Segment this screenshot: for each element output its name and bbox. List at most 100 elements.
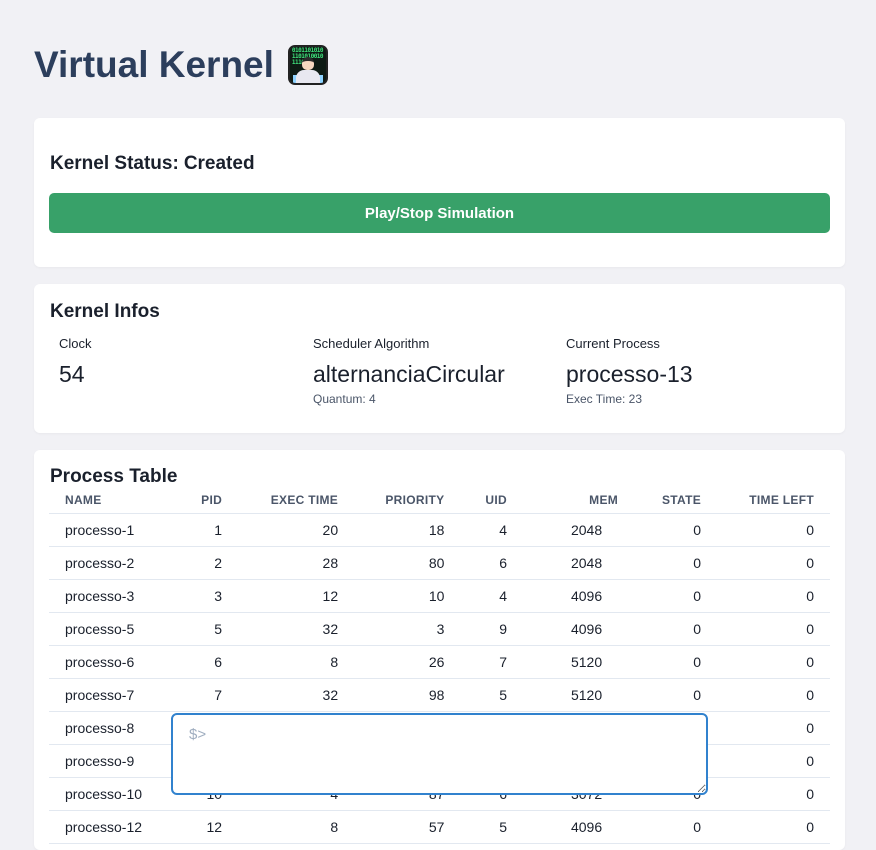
- cell-pid: 12: [176, 810, 239, 844]
- cell-state: 0: [634, 612, 718, 646]
- quantum-help-text: Quantum: 4: [313, 392, 376, 406]
- page-title-text: Virtual Kernel: [34, 44, 274, 85]
- clock-stat: Clock 54: [59, 336, 92, 387]
- scheduler-stat: Scheduler Algorithm alternanciaCircular …: [313, 336, 505, 406]
- terminal-input[interactable]: [171, 713, 708, 795]
- cell-time-left: 0: [717, 744, 830, 778]
- scheduler-value: alternanciaCircular: [313, 361, 505, 387]
- kernel-status-value: Created: [183, 153, 255, 174]
- cell-priority: 10: [354, 579, 461, 613]
- cell-time-left: 0: [717, 711, 830, 745]
- cell-exec-time: 8: [238, 810, 355, 844]
- table-row: processo-5 5 32 3 9 4096 0 0: [49, 612, 830, 646]
- column-header-name: NAME: [49, 488, 177, 514]
- cell-name: processo-7: [49, 678, 177, 712]
- cell-mem: 4096: [522, 810, 635, 844]
- cell-pid: 7: [176, 678, 239, 712]
- cell-time-left: 0: [717, 612, 830, 646]
- column-header-exec-time: EXEC TIME: [238, 488, 355, 514]
- cell-name: processo-5: [49, 612, 177, 646]
- cell-time-left: 0: [717, 513, 830, 547]
- table-row: processo-3 3 12 10 4 4096 0 0: [49, 579, 830, 613]
- cell-time-left: 0: [717, 777, 830, 811]
- cell-state: 0: [634, 513, 718, 547]
- column-header-pid: PID: [176, 488, 239, 514]
- cell-time-left: 0: [717, 810, 830, 844]
- cell-name: processo-6: [49, 645, 177, 679]
- cell-mem: 4096: [522, 579, 635, 613]
- current-process-label: Current Process: [566, 336, 660, 351]
- cell-uid: 7: [460, 645, 523, 679]
- clock-label: Clock: [59, 336, 92, 351]
- table-row: processo-2 2 28 80 6 2048 0 0: [49, 546, 830, 580]
- cell-priority: 18: [354, 513, 461, 547]
- cell-name: processo-12: [49, 810, 177, 844]
- cell-priority: 3: [354, 612, 461, 646]
- process-table-heading: Process Table: [50, 466, 178, 487]
- table-row: processo-1 1 20 18 4 2048 0 0: [49, 513, 830, 547]
- kernel-status-card: Kernel Status: Created Play/Stop Simulat…: [34, 118, 845, 267]
- cell-name: processo-10: [49, 777, 177, 811]
- cell-name: processo-1: [49, 513, 177, 547]
- cell-exec-time: 32: [238, 678, 355, 712]
- cell-time-left: 0: [717, 645, 830, 679]
- cell-exec-time: 8: [238, 645, 355, 679]
- cell-time-left: 0: [717, 546, 830, 580]
- cell-state: 0: [634, 546, 718, 580]
- page-title: Virtual Kernel 0101101010110101001011101: [34, 40, 328, 90]
- cell-priority: 98: [354, 678, 461, 712]
- cell-pid: 6: [176, 645, 239, 679]
- current-process-value: processo-13: [566, 361, 693, 387]
- play-stop-simulation-button[interactable]: Play/Stop Simulation: [49, 193, 830, 233]
- cell-mem: 4096: [522, 612, 635, 646]
- cell-time-left: 0: [717, 678, 830, 712]
- cell-uid: 6: [460, 546, 523, 580]
- cell-pid: 5: [176, 612, 239, 646]
- cell-uid: 5: [460, 678, 523, 712]
- cell-name: processo-3: [49, 579, 177, 613]
- cell-time-left: 0: [717, 579, 830, 613]
- cell-priority: 57: [354, 810, 461, 844]
- kernel-infos-card: Kernel Infos Clock 54 Scheduler Algorith…: [34, 284, 845, 433]
- cell-uid: 4: [460, 579, 523, 613]
- column-header-mem: MEM: [522, 488, 635, 514]
- cell-state: 0: [634, 645, 718, 679]
- cell-exec-time: 28: [238, 546, 355, 580]
- cell-pid: 2: [176, 546, 239, 580]
- technologist-emoji-icon: 0101101010110101001011101: [287, 45, 328, 85]
- current-process-stat: Current Process processo-13 Exec Time: 2…: [566, 336, 693, 406]
- cell-mem: 5120: [522, 645, 635, 679]
- cell-uid: 9: [460, 612, 523, 646]
- kernel-infos-heading: Kernel Infos: [50, 301, 160, 322]
- cell-state: 0: [634, 678, 718, 712]
- cell-priority: 26: [354, 645, 461, 679]
- cell-exec-time: 20: [238, 513, 355, 547]
- cell-mem: 5120: [522, 678, 635, 712]
- table-row: processo-12 12 8 57 5 4096 0 0: [49, 810, 830, 844]
- cell-name: processo-2: [49, 546, 177, 580]
- cell-mem: 2048: [522, 513, 635, 547]
- cell-priority: 80: [354, 546, 461, 580]
- cell-name: processo-9: [49, 744, 177, 778]
- cell-exec-time: 12: [238, 579, 355, 613]
- column-header-priority: PRIORITY: [354, 488, 461, 514]
- cell-pid: 3: [176, 579, 239, 613]
- cell-pid: 1: [176, 513, 239, 547]
- column-header-state: STATE: [634, 488, 718, 514]
- cell-uid: 5: [460, 810, 523, 844]
- column-header-time-left: TIME LEFT: [717, 488, 830, 514]
- cell-state: 0: [634, 579, 718, 613]
- cell-mem: 2048: [522, 546, 635, 580]
- kernel-status-label: Kernel Status:: [50, 153, 179, 174]
- table-row: processo-6 6 8 26 7 5120 0 0: [49, 645, 830, 679]
- cell-exec-time: 32: [238, 612, 355, 646]
- column-header-uid: UID: [460, 488, 523, 514]
- kernel-status-heading: Kernel Status: Created: [50, 153, 255, 175]
- clock-value: 54: [59, 361, 85, 387]
- cell-name: processo-8: [49, 711, 177, 745]
- cell-state: 0: [634, 810, 718, 844]
- scheduler-label: Scheduler Algorithm: [313, 336, 430, 351]
- exec-time-help-text: Exec Time: 23: [566, 392, 643, 406]
- process-table-header-row: NAME PID EXEC TIME PRIORITY UID MEM STAT…: [49, 488, 830, 514]
- cell-uid: 4: [460, 513, 523, 547]
